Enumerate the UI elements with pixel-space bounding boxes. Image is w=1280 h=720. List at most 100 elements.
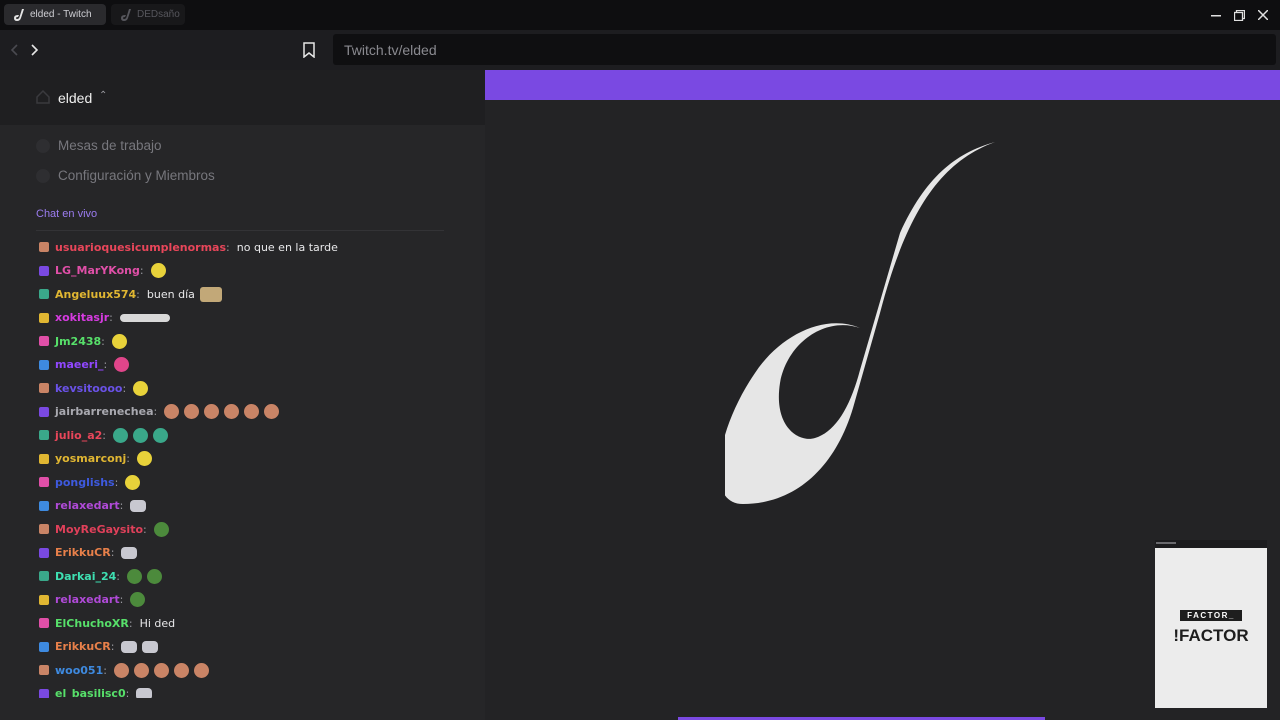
ad-header <box>1155 540 1267 548</box>
menu-item-config[interactable]: Configuración y Miembros <box>36 168 215 183</box>
chat-message: xokitasjr: <box>39 309 175 327</box>
chat-username[interactable]: maeeri_ <box>55 358 104 371</box>
user-badge-icon <box>39 265 49 276</box>
stream-area[interactable]: FACTOR_ !FACTOR <box>485 70 1280 720</box>
chat-message: Angeluux574: buen día <box>39 285 227 303</box>
user-badge-icon <box>39 571 49 581</box>
chat-message: el_basilisc0: <box>39 685 157 698</box>
menu-item-mesas[interactable]: Mesas de trabajo <box>36 138 162 153</box>
user-badge-icon <box>39 336 49 346</box>
emote-icon <box>153 427 168 443</box>
chat-message: ElChuchoXR: Hi ded <box>39 614 180 632</box>
emote-icon <box>133 427 148 443</box>
chat-username[interactable]: LG_MarYKong <box>55 264 140 277</box>
emote-icon <box>113 662 129 678</box>
chat-username[interactable]: relaxedart <box>55 499 120 512</box>
tab-bar: elded - Twitch DEDsaño <box>0 0 1280 30</box>
chat-separator: : <box>136 287 140 301</box>
chat-separator: : <box>114 475 119 489</box>
close-button[interactable] <box>1251 0 1275 30</box>
ad-logo-small: FACTOR_ <box>1180 610 1242 621</box>
emote-icon <box>113 427 128 443</box>
emote-icon <box>127 568 143 584</box>
chat-username[interactable]: MoyReGaysito <box>55 523 143 536</box>
emote-icon <box>136 451 152 466</box>
chat-text: Hi ded <box>139 616 176 630</box>
chat-username[interactable]: kevsitoooo <box>55 382 122 395</box>
chat-title: Chat en vivo <box>36 208 98 220</box>
chat-message: relaxedart: <box>39 497 151 515</box>
chat-username[interactable]: xokitasjr <box>55 311 109 324</box>
workspace-header[interactable]: elded ⌃ <box>0 70 485 125</box>
chat-username[interactable]: ponglishs <box>55 476 115 489</box>
chat-message: Darkai_24: <box>39 567 167 585</box>
chat-text: buen día <box>146 287 195 301</box>
chat-username[interactable]: yosmarconj <box>55 452 126 465</box>
emote-icon <box>244 404 260 419</box>
chat-list[interactable]: usuarioquesicumplenormas: no que en la ta… <box>36 238 446 698</box>
elded-logo-icon <box>725 142 995 504</box>
emote-icon <box>153 521 169 537</box>
chat-separator: : <box>126 452 130 465</box>
chat-message: jairbarrenechea: <box>39 403 284 421</box>
ad-logo-big: !FACTOR <box>1173 626 1249 645</box>
user-badge-icon <box>39 618 49 628</box>
ad-panel[interactable]: FACTOR_ !FACTOR <box>1155 540 1267 708</box>
tab-elded-twitch[interactable]: elded - Twitch <box>4 4 106 25</box>
emote-icon <box>136 687 153 698</box>
chat-separator: : <box>153 405 158 418</box>
emote-icon <box>133 380 149 396</box>
minimize-button[interactable] <box>1204 0 1228 30</box>
chat-username[interactable]: Angeluux574 <box>55 288 136 301</box>
minimize-icon <box>1211 15 1221 17</box>
chat-username[interactable]: relaxedart <box>55 593 120 606</box>
chat-message: julio_a2: <box>39 426 173 444</box>
chat-username[interactable]: ErikkuCR <box>55 546 111 559</box>
chat-separator: : <box>110 640 115 653</box>
chat-username[interactable]: Darkai_24 <box>55 570 116 583</box>
emote-icon <box>121 640 138 653</box>
chat-username[interactable]: julio_a2 <box>55 429 102 442</box>
chat-username[interactable]: Jm2438 <box>55 335 101 348</box>
chat-message: Jm2438: <box>39 332 132 350</box>
user-badge-icon <box>39 359 49 370</box>
chat-separator: : <box>128 616 133 630</box>
emote-icon <box>142 640 159 653</box>
emote-icon <box>199 286 222 302</box>
emote-icon <box>133 662 149 678</box>
accent-strip <box>485 70 1280 100</box>
chat-username[interactable]: ErikkuCR <box>55 640 111 653</box>
user-badge-icon <box>39 289 49 299</box>
emote-icon <box>125 474 141 490</box>
bookmark-icon <box>303 42 315 58</box>
restore-button[interactable] <box>1227 0 1251 30</box>
chat-separator: : <box>122 381 127 395</box>
emote-icon <box>111 333 127 349</box>
restore-icon <box>1233 9 1245 21</box>
emote-icon <box>153 662 169 678</box>
chat-separator: : <box>103 358 108 371</box>
chat-username[interactable]: jairbarrenechea <box>55 405 154 418</box>
chat-separator: : <box>109 311 113 324</box>
chat-message: woo051: <box>39 661 214 679</box>
chat-separator: : <box>226 240 230 254</box>
chat-username[interactable]: woo051 <box>55 664 103 677</box>
chat-username[interactable]: ElChuchoXR <box>55 617 129 630</box>
forward-button[interactable] <box>24 38 46 62</box>
emote-icon <box>173 662 189 678</box>
chat-username[interactable]: el_basilisc0 <box>55 687 126 698</box>
forward-icon <box>31 44 39 56</box>
bookmark-button[interactable] <box>298 38 320 62</box>
user-badge-icon <box>39 242 49 252</box>
user-badge-icon <box>39 406 49 417</box>
chat-message: kevsitoooo: <box>39 379 153 397</box>
chat-message: maeeri_: <box>39 356 134 374</box>
chat-separator: : <box>102 428 106 442</box>
tab-dedsano[interactable]: DEDsaño <box>111 4 185 25</box>
chat-separator: : <box>110 546 115 559</box>
chat-username[interactable]: usuarioquesicumplenormas <box>55 241 226 254</box>
url-input[interactable]: Twitch.tv/elded <box>333 34 1276 65</box>
back-button[interactable] <box>3 38 25 62</box>
chat-separator: : <box>101 334 105 348</box>
emote-icon <box>119 313 170 322</box>
